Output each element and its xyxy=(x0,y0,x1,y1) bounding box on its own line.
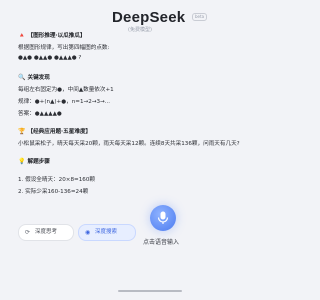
content-line: 2. 实际少采160-136=24颗 xyxy=(18,187,88,195)
content-line: ●▲● ●▲▲● ●▲▲▲● ? xyxy=(18,55,81,61)
line-text: ●▲● ●▲▲● ●▲▲▲● ? xyxy=(18,55,82,61)
section-title: 🏆 【经典应用题·五星难度】 xyxy=(18,127,91,135)
bottom-bar xyxy=(0,270,300,300)
app-title: DeepSeek xyxy=(112,9,186,26)
home-indicator[interactable] xyxy=(118,290,182,292)
section-emoji-icon: 🏆 xyxy=(18,128,26,135)
deep-search-label: 深度搜索 xyxy=(95,229,118,235)
section-emoji-icon: 💡 xyxy=(18,158,26,165)
content-line: 答案：●▲▲▲▲● xyxy=(18,109,62,117)
content-line: 1. 假设全晴天：20×8=160颗 xyxy=(18,175,95,183)
content-line: 规律：●+(n▲)+●，n=1→2→3→... xyxy=(18,97,110,105)
app-header: DeepSeek beta (免费模型) xyxy=(0,0,300,33)
line-text: 1. 假设全晴天：20×8=160颗 xyxy=(18,177,95,183)
line-text: 解题步骤 xyxy=(27,159,50,165)
section-title: 💡 解题步骤 xyxy=(18,157,50,165)
voice-input-label: 点击语音输入 xyxy=(143,239,180,246)
line-text: 【图形推理·以瓜推瓜】 xyxy=(27,33,86,39)
chat-content: 🔺 【图形推理·以瓜推瓜】根据图形规律，写出第四幅图的点数: ●▲● ●▲▲● ●▲… xyxy=(18,31,288,230)
section-title: 🔍 关键发现 xyxy=(18,73,50,81)
section-emoji-icon: 🔺 xyxy=(18,32,26,39)
content-line: 小松鼠采松子，晴天每天采20颗，雨天每天采12颗。连续8天共采136颗，问雨天有… xyxy=(18,139,240,147)
line-text: 小松鼠采松子，晴天每天采20颗，雨天每天采12颗。连续8天共采136颗，问雨天有… xyxy=(18,141,240,147)
line-text: 规律：●+(n▲)+●，n=1→2→3→... xyxy=(18,99,111,105)
deep-think-label: 深度思考 xyxy=(35,229,58,235)
line-text: 关键发现 xyxy=(27,75,50,81)
line-text: 答案：●▲▲▲▲● xyxy=(18,111,62,117)
line-text: 每组左右固定为●，中间▲数量依次+1 xyxy=(18,87,114,93)
line-text: 2. 实际少采160-136=24颗 xyxy=(18,189,89,195)
deep-think-button[interactable]: ⟳ 深度思考 xyxy=(18,224,74,241)
deep-think-icon: ⟳ xyxy=(25,229,31,236)
microphone-icon xyxy=(157,211,169,224)
section-emoji-icon: 🔍 xyxy=(18,74,26,81)
content-line: 根据图形规律，写出第四幅图的点数: xyxy=(18,43,109,51)
voice-input-button[interactable] xyxy=(150,205,176,231)
line-text: 【经典应用题·五星难度】 xyxy=(27,129,92,135)
line-text: 根据图形规律，写出第四幅图的点数: xyxy=(18,45,110,51)
globe-icon: ◉ xyxy=(85,229,91,236)
content-line: 每组左右固定为●，中间▲数量依次+1 xyxy=(18,85,114,93)
deep-search-button[interactable]: ◉ 深度搜索 xyxy=(78,224,136,241)
beta-badge: beta xyxy=(192,13,208,21)
section-title: 🔺 【图形推理·以瓜推瓜】 xyxy=(18,31,86,39)
